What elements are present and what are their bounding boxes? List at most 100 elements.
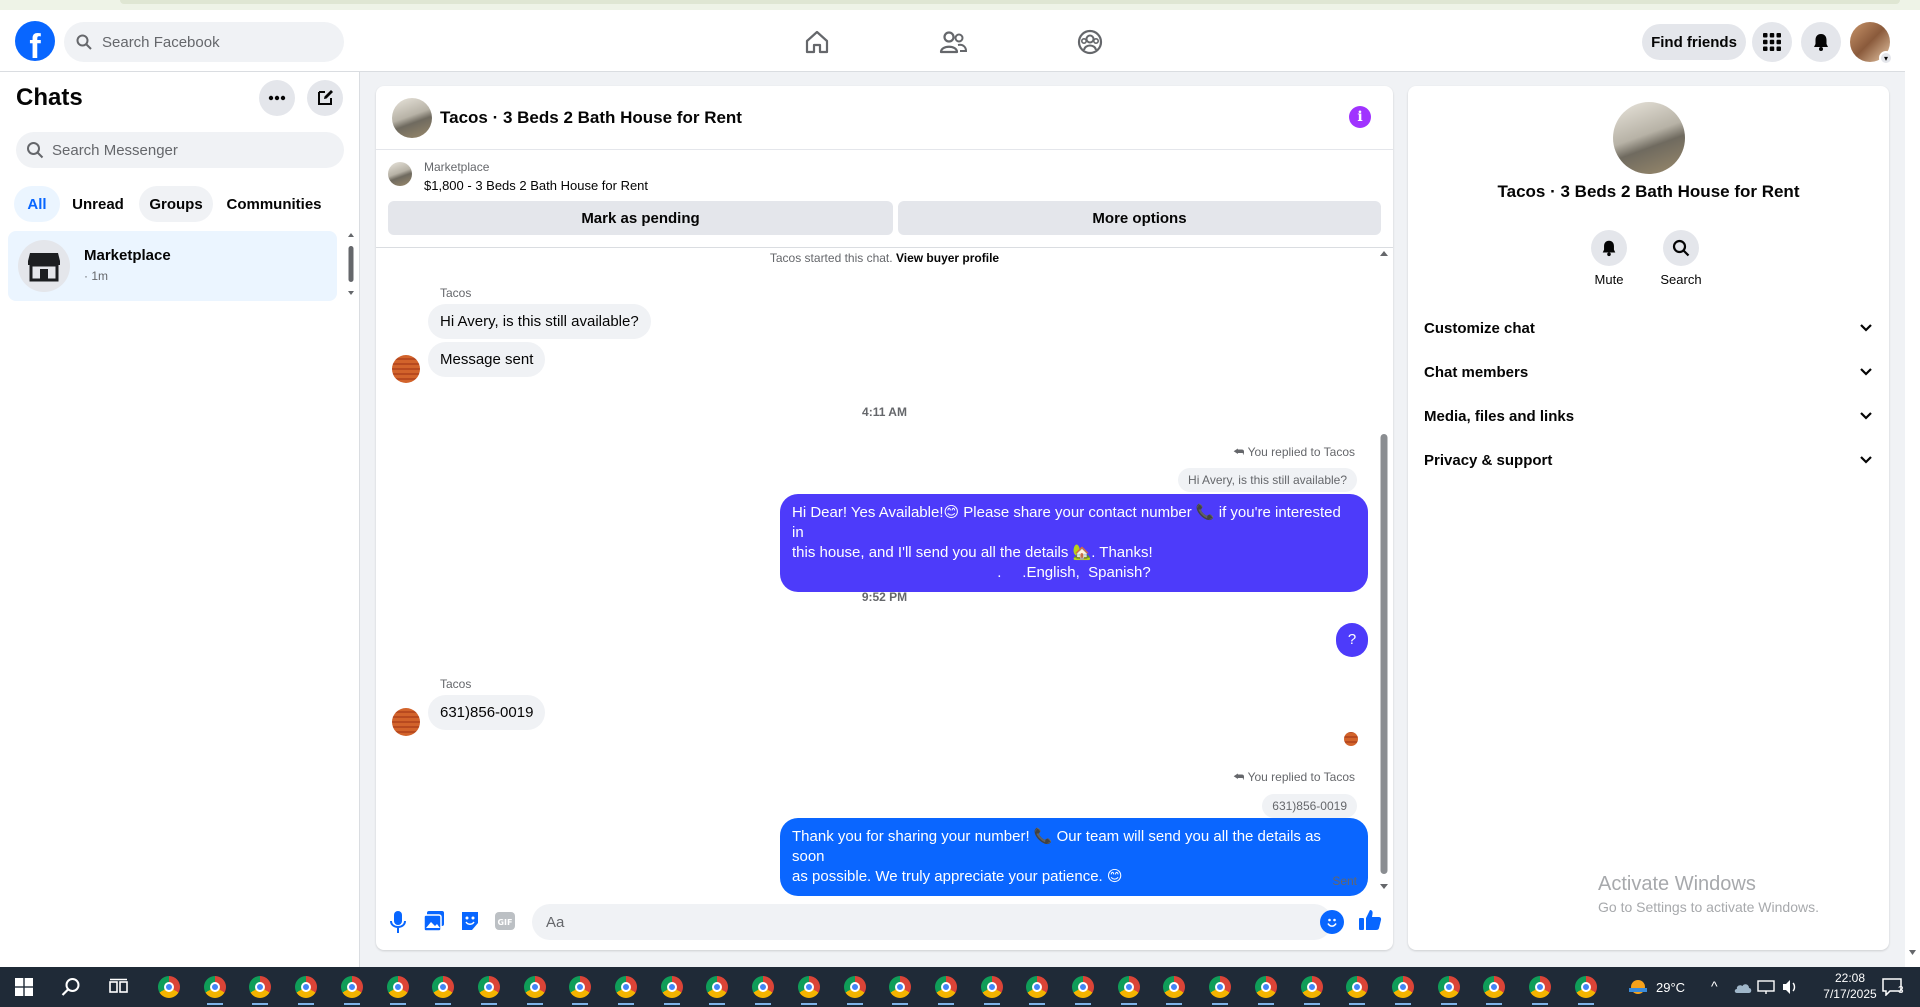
filter-communities[interactable]: Communities	[218, 186, 330, 222]
chrome-taskbar-icon[interactable]	[246, 973, 274, 1005]
listing-avatar[interactable]	[392, 98, 432, 138]
listing-thumbnail	[388, 162, 412, 186]
chrome-taskbar-icon[interactable]	[978, 973, 1006, 1005]
chrome-taskbar-icon[interactable]	[703, 973, 731, 1005]
chrome-taskbar-icon[interactable]	[886, 973, 914, 1005]
photo-icon[interactable]	[423, 910, 445, 937]
quoted-message[interactable]: 631)856-0019	[1262, 794, 1357, 818]
filter-groups[interactable]: Groups	[139, 186, 213, 222]
chrome-taskbar-icon[interactable]	[429, 973, 457, 1005]
facebook-logo[interactable]: f	[15, 21, 55, 61]
running-indicator	[252, 1003, 269, 1005]
outgoing-message[interactable]: ?	[1336, 623, 1368, 657]
chrome-taskbar-icon[interactable]	[612, 973, 640, 1005]
messenger-search-input[interactable]	[50, 140, 330, 160]
menu-grid-icon[interactable]	[1752, 22, 1792, 62]
quoted-message[interactable]: Hi Avery, is this still available?	[1178, 468, 1357, 492]
new-message-icon[interactable]	[307, 80, 343, 116]
message-input-box[interactable]	[532, 904, 1332, 940]
chrome-taskbar-icon[interactable]	[658, 973, 686, 1005]
gif-icon[interactable]: GIF	[494, 910, 516, 937]
search-icon[interactable]	[57, 973, 85, 1001]
chat-list-item[interactable]: Marketplace · 1m	[8, 231, 337, 301]
facebook-search[interactable]	[64, 22, 344, 62]
chrome-taskbar-icon[interactable]	[1480, 973, 1508, 1005]
listing-large-avatar[interactable]	[1613, 102, 1685, 174]
incoming-message[interactable]: Hi Avery, is this still available?	[428, 304, 651, 339]
chrome-taskbar-icon[interactable]	[1115, 973, 1143, 1005]
search-icon[interactable]	[1663, 230, 1699, 266]
browser-top-strip	[0, 0, 1920, 10]
weather-icon[interactable]	[1624, 973, 1652, 1001]
incoming-message[interactable]: 631)856-0019	[428, 695, 546, 730]
outgoing-message[interactable]: Hi Dear! Yes Available!😊 Please share yo…	[780, 494, 1368, 592]
chrome-taskbar-icon[interactable]	[932, 973, 960, 1005]
filter-unread[interactable]: Unread	[62, 186, 134, 222]
chrome-taskbar-icon[interactable]	[521, 973, 549, 1005]
more-options-button[interactable]: More options	[898, 201, 1381, 235]
chrome-taskbar-icon[interactable]	[566, 973, 594, 1005]
chrome-taskbar-icon[interactable]	[384, 973, 412, 1005]
chrome-taskbar-icon[interactable]	[1572, 973, 1600, 1005]
bell-icon[interactable]	[1801, 22, 1841, 62]
profile-avatar[interactable]: ▾	[1850, 22, 1893, 65]
filter-all[interactable]: All	[14, 186, 60, 222]
windows-start-icon[interactable]	[10, 973, 38, 1001]
chrome-taskbar-icon[interactable]	[1069, 973, 1097, 1005]
find-friends-button[interactable]: Find friends	[1642, 24, 1746, 60]
messages-scrollbar[interactable]	[1379, 250, 1389, 890]
incoming-message[interactable]: Message sent	[428, 342, 546, 377]
mark-as-pending-button[interactable]: Mark as pending	[388, 201, 893, 235]
sender-avatar[interactable]	[392, 355, 420, 383]
more-options-icon[interactable]	[259, 80, 295, 116]
messenger-search[interactable]	[16, 132, 344, 168]
chevron-down-icon	[1860, 368, 1872, 376]
sender-avatar[interactable]	[392, 708, 420, 736]
sticker-icon[interactable]	[459, 910, 481, 937]
chrome-taskbar-icon[interactable]	[1526, 973, 1554, 1005]
message-input[interactable]	[544, 912, 1284, 932]
chrome-taskbar-icon[interactable]	[1206, 973, 1234, 1005]
chrome-taskbar-icon[interactable]	[1252, 973, 1280, 1005]
chrome-taskbar-icon[interactable]	[1389, 973, 1417, 1005]
task-view-icon[interactable]	[105, 973, 133, 1001]
chrome-taskbar-icon[interactable]	[795, 973, 823, 1005]
chrome-taskbar-icon[interactable]	[338, 973, 366, 1005]
home-icon[interactable]	[795, 24, 839, 60]
media-files-links-row[interactable]: Media, files and links	[1424, 396, 1873, 436]
chrome-taskbar-icon[interactable]	[1160, 973, 1188, 1005]
weather-temperature[interactable]: 29°C	[1656, 980, 1685, 995]
chrome-taskbar-icon[interactable]	[292, 973, 320, 1005]
chrome-taskbar-icon[interactable]	[1298, 973, 1326, 1005]
outgoing-message[interactable]: Thank you for sharing your number! 📞 Our…	[780, 818, 1368, 896]
view-buyer-profile-link[interactable]: View buyer profile	[896, 251, 999, 265]
taskbar-date[interactable]: 7/17/2025	[1812, 987, 1888, 1001]
emoji-icon[interactable]	[1320, 910, 1344, 934]
thumbs-up-icon[interactable]	[1358, 908, 1382, 937]
sidebar-scrollbar[interactable]	[347, 232, 355, 296]
chevron-up-icon[interactable]: ^	[1711, 978, 1718, 994]
page-scrollbar[interactable]	[1905, 10, 1920, 967]
chrome-taskbar-icon[interactable]	[1023, 973, 1051, 1005]
privacy-support-row[interactable]: Privacy & support	[1424, 440, 1873, 480]
chrome-taskbar-icon[interactable]	[201, 973, 229, 1005]
mute-bell-icon[interactable]	[1591, 230, 1627, 266]
groups-icon[interactable]	[1068, 24, 1112, 60]
running-indicator	[1212, 1003, 1229, 1005]
chrome-taskbar-icon[interactable]	[749, 973, 777, 1005]
microphone-icon[interactable]	[388, 910, 408, 939]
taskbar-time[interactable]: 22:08	[1820, 971, 1880, 985]
chrome-taskbar-icon[interactable]	[1343, 973, 1371, 1005]
conversation-title[interactable]: Tacos · 3 Beds 2 Bath House for Rent	[440, 108, 742, 128]
facebook-search-input[interactable]	[100, 32, 320, 52]
chat-members-row[interactable]: Chat members	[1424, 352, 1873, 392]
chrome-taskbar-icon[interactable]	[475, 973, 503, 1005]
chrome-taskbar-icon[interactable]	[841, 973, 869, 1005]
friends-icon[interactable]	[931, 24, 975, 60]
chrome-taskbar-icon[interactable]	[155, 973, 183, 1001]
volume-icon[interactable]	[1776, 973, 1804, 1001]
customize-chat-row[interactable]: Customize chat	[1424, 308, 1873, 348]
chrome-taskbar-icon[interactable]	[1435, 973, 1463, 1005]
listing-price[interactable]: $1,800 - 3 Beds 2 Bath House for Rent	[424, 178, 648, 193]
info-icon[interactable]: i	[1349, 106, 1371, 128]
